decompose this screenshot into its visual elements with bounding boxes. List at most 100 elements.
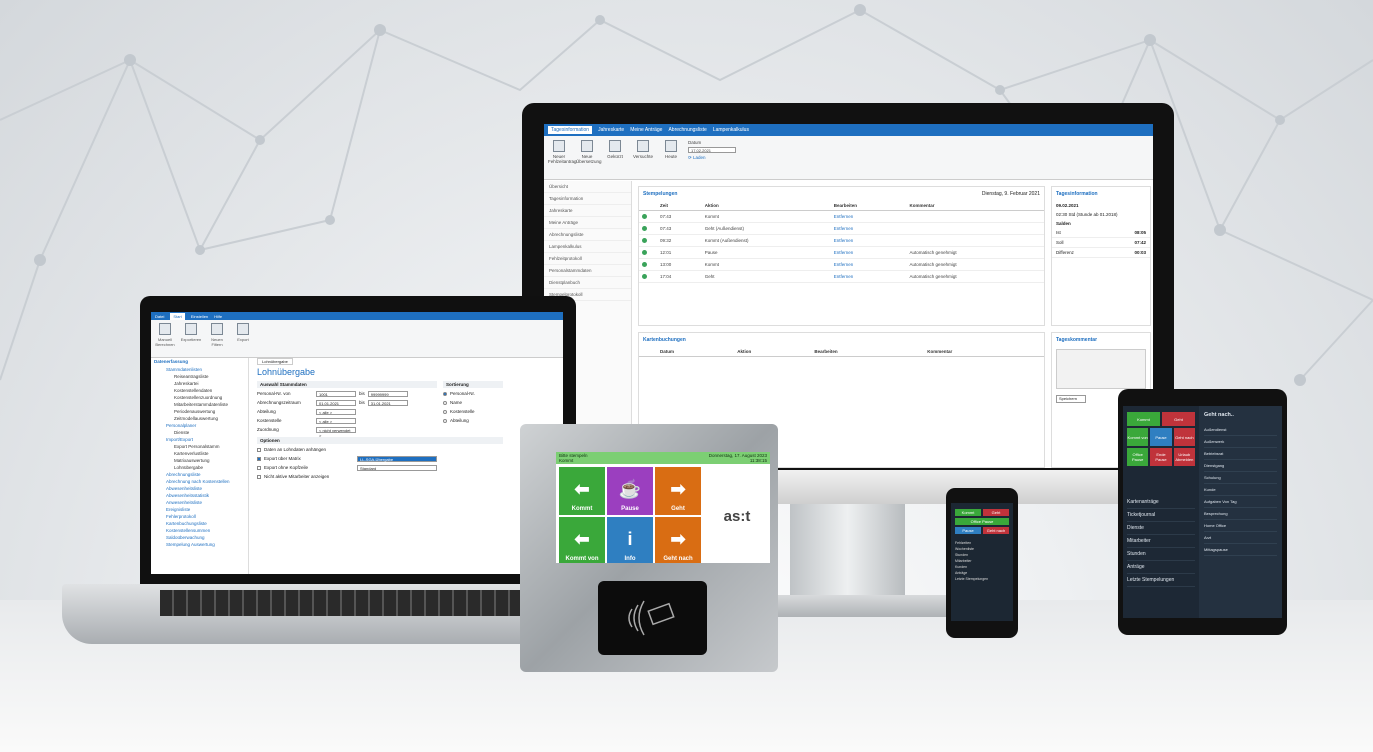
tree-item[interactable]: Kartenverlustliste (154, 450, 245, 457)
remove-link[interactable]: Entfernen (830, 246, 907, 259)
sidebar-item[interactable]: Jahreskarte (544, 205, 631, 217)
new-translation-button[interactable]: Neue Übersetzung (576, 140, 602, 175)
calculate-button[interactable]: Manuell Berechnen (154, 323, 176, 354)
sort-option[interactable]: Name (443, 399, 503, 406)
option-row[interactable]: Export über Matrix LL-SGA-Übergabe (257, 455, 559, 462)
kommt-von-button[interactable]: Kommt von (1127, 428, 1149, 446)
geht-button[interactable]: Geht (1162, 412, 1195, 426)
shortened-button[interactable]: Gekürzt (604, 140, 626, 175)
remove-link[interactable]: Entfernen (830, 258, 907, 271)
pause-button[interactable]: Pause (1150, 428, 1172, 446)
today-button[interactable]: Heute (660, 140, 682, 175)
tree-item[interactable]: Jahreskartei (154, 380, 245, 387)
format-select[interactable]: Standard (357, 464, 437, 471)
sidebar-item[interactable]: Fehlzeitprotokoll (544, 253, 631, 265)
sidebar-item[interactable]: Dienstplanbuch (544, 277, 631, 289)
sort-option[interactable]: Personal-Nr. (443, 390, 503, 397)
remove-link[interactable]: Entfernen (830, 234, 907, 247)
field-input[interactable]: 01.01.2021 (316, 399, 356, 406)
tree-item[interactable]: Matrixauswertung (154, 457, 245, 464)
tree-item[interactable]: Stammdatenlisten (154, 366, 245, 373)
filter-button[interactable]: Neuen Filtern (206, 323, 228, 354)
reason-item[interactable]: Dienstgang (1204, 460, 1277, 472)
sidebar-item[interactable]: Personalstammdaten (544, 265, 631, 277)
tile-info[interactable]: i Info (607, 517, 653, 563)
tab-jahreskarte[interactable]: Jahreskarte (598, 127, 624, 133)
phone-office-button[interactable]: Office Pause (955, 518, 1009, 525)
ende-pause-button[interactable]: Ende Pause (1150, 448, 1172, 466)
tree-item[interactable]: Anwesenheitsliste (154, 499, 245, 506)
reason-item[interactable]: Aufgaben Von Tag (1204, 496, 1277, 508)
tile-geht-nach[interactable]: ➡ Geht nach (655, 517, 701, 563)
tablet-menu-item[interactable]: Stunden (1127, 548, 1195, 561)
tablet-menu-item[interactable]: Dienste (1127, 522, 1195, 535)
save-button[interactable]: Speichern (1056, 395, 1086, 403)
geht-nach-button[interactable]: Geht nach (1173, 428, 1195, 446)
tab-tagesinformation[interactable]: Tagesinformation (548, 126, 593, 134)
sort-option[interactable]: Kostenstelle (443, 408, 503, 415)
phone-geht-nach-button[interactable]: Geht nach (983, 527, 1009, 534)
tab-einstellen[interactable]: Einstellen (191, 314, 208, 319)
export-select[interactable]: LL-SGA-Übergabe (357, 455, 437, 462)
reason-item[interactable]: Schulung (1204, 472, 1277, 484)
tab-meine-antraege[interactable]: Meine Anträge (630, 127, 662, 133)
urlaub-button[interactable]: Urlaub Abmelden (1173, 448, 1195, 466)
tree-item[interactable]: Abrechnung nach Kostenstellen (154, 478, 245, 485)
reason-item[interactable]: Besprechung (1204, 508, 1277, 520)
field-input[interactable]: < alle > (316, 408, 356, 415)
tree-item[interactable]: Ereignisliste (154, 506, 245, 513)
tree-item[interactable]: Lohnübergabe (154, 464, 245, 471)
sidebar-item[interactable]: Übersicht (544, 181, 631, 193)
option-row[interactable]: Daten an Lohndaten anhängen (257, 446, 559, 453)
reason-item[interactable]: Mittagspause (1204, 544, 1277, 556)
tree-item[interactable]: Reiseantragsliste (154, 373, 245, 380)
tree-item[interactable]: Periodenauswertung (154, 408, 245, 415)
field-input-to[interactable]: 99999999 (367, 390, 408, 397)
tab-datei[interactable]: Datei (155, 314, 164, 319)
tile-kommt[interactable]: ⬅ Kommt (559, 467, 605, 515)
option-row[interactable]: Export ohne Kopfzeile Standard (257, 464, 559, 471)
sidebar-item[interactable]: Abrechnungsliste (544, 229, 631, 241)
phone-geht-button[interactable]: Geht (983, 509, 1009, 516)
remove-link[interactable]: Entfernen (830, 210, 907, 223)
tablet-menu-item[interactable]: Ticketjournal (1127, 509, 1195, 522)
tree-item[interactable]: Export Personalstamm (154, 443, 245, 450)
office-pause-button[interactable]: Office Pause (1127, 448, 1149, 466)
tablet-menu-item[interactable]: Mitarbeiter (1127, 535, 1195, 548)
sidebar-item[interactable]: Lampenkalkulus (544, 241, 631, 253)
tree-item[interactable]: Kostenstellensummen (154, 527, 245, 534)
sidebar-item[interactable]: Tagesinformation (544, 193, 631, 205)
kommt-button[interactable]: Kommt (1127, 412, 1160, 426)
reason-item[interactable]: Betriebsrat (1204, 448, 1277, 460)
tablet-menu-item[interactable]: Anträge (1127, 561, 1195, 574)
tree-item[interactable]: Fehlerprotokoll (154, 513, 245, 520)
remove-link[interactable]: Entfernen (830, 270, 907, 283)
sort-option[interactable]: Abteilung (443, 417, 503, 424)
doc-tab[interactable]: Lohnübergabe (257, 358, 293, 365)
tile-pause[interactable]: ☕ Pause (607, 467, 653, 515)
tree-item[interactable]: Abwesenheitsliste (154, 485, 245, 492)
tree-item[interactable]: Kostenstellenzuordnung (154, 394, 245, 401)
phone-pause-button[interactable]: Pause (955, 527, 981, 534)
field-input[interactable]: < nicht verwendet > (316, 426, 356, 438)
export-button[interactable]: Export (232, 323, 254, 354)
tree-item[interactable]: Zeitmodellauswertung (154, 415, 245, 422)
sidebar-item[interactable]: Meine Anträge (544, 217, 631, 229)
tab-start[interactable]: Start (170, 312, 185, 320)
tree-item[interactable]: Import/Export (154, 436, 245, 443)
field-input[interactable]: < alle > (316, 417, 356, 424)
tablet-menu-item[interactable]: Letzte Stempelungen (1127, 574, 1195, 587)
tree-item[interactable]: Abrechnungsliste (154, 471, 245, 478)
remove-link[interactable]: Entfernen (830, 222, 907, 235)
tab-abrechnungsliste[interactable]: Abrechnungsliste (668, 127, 706, 133)
previous-button[interactable]: Versuchte (632, 140, 654, 175)
tree-item[interactable]: Kostenstellendaten (154, 387, 245, 394)
reason-item[interactable]: Außendienst (1204, 424, 1277, 436)
tree-item[interactable]: Mitarbeiterstammdatenliste (154, 401, 245, 408)
reason-item[interactable]: Home Office (1204, 520, 1277, 532)
field-input[interactable]: 1001 (316, 390, 356, 397)
tree-item[interactable]: Saldoüberwachung (154, 534, 245, 541)
tab-lampenkalkulus[interactable]: Lampenkalkulus (713, 127, 749, 133)
phone-menu-item[interactable]: Letzte Stempelungen (955, 576, 1009, 582)
comment-textarea[interactable] (1056, 349, 1146, 389)
